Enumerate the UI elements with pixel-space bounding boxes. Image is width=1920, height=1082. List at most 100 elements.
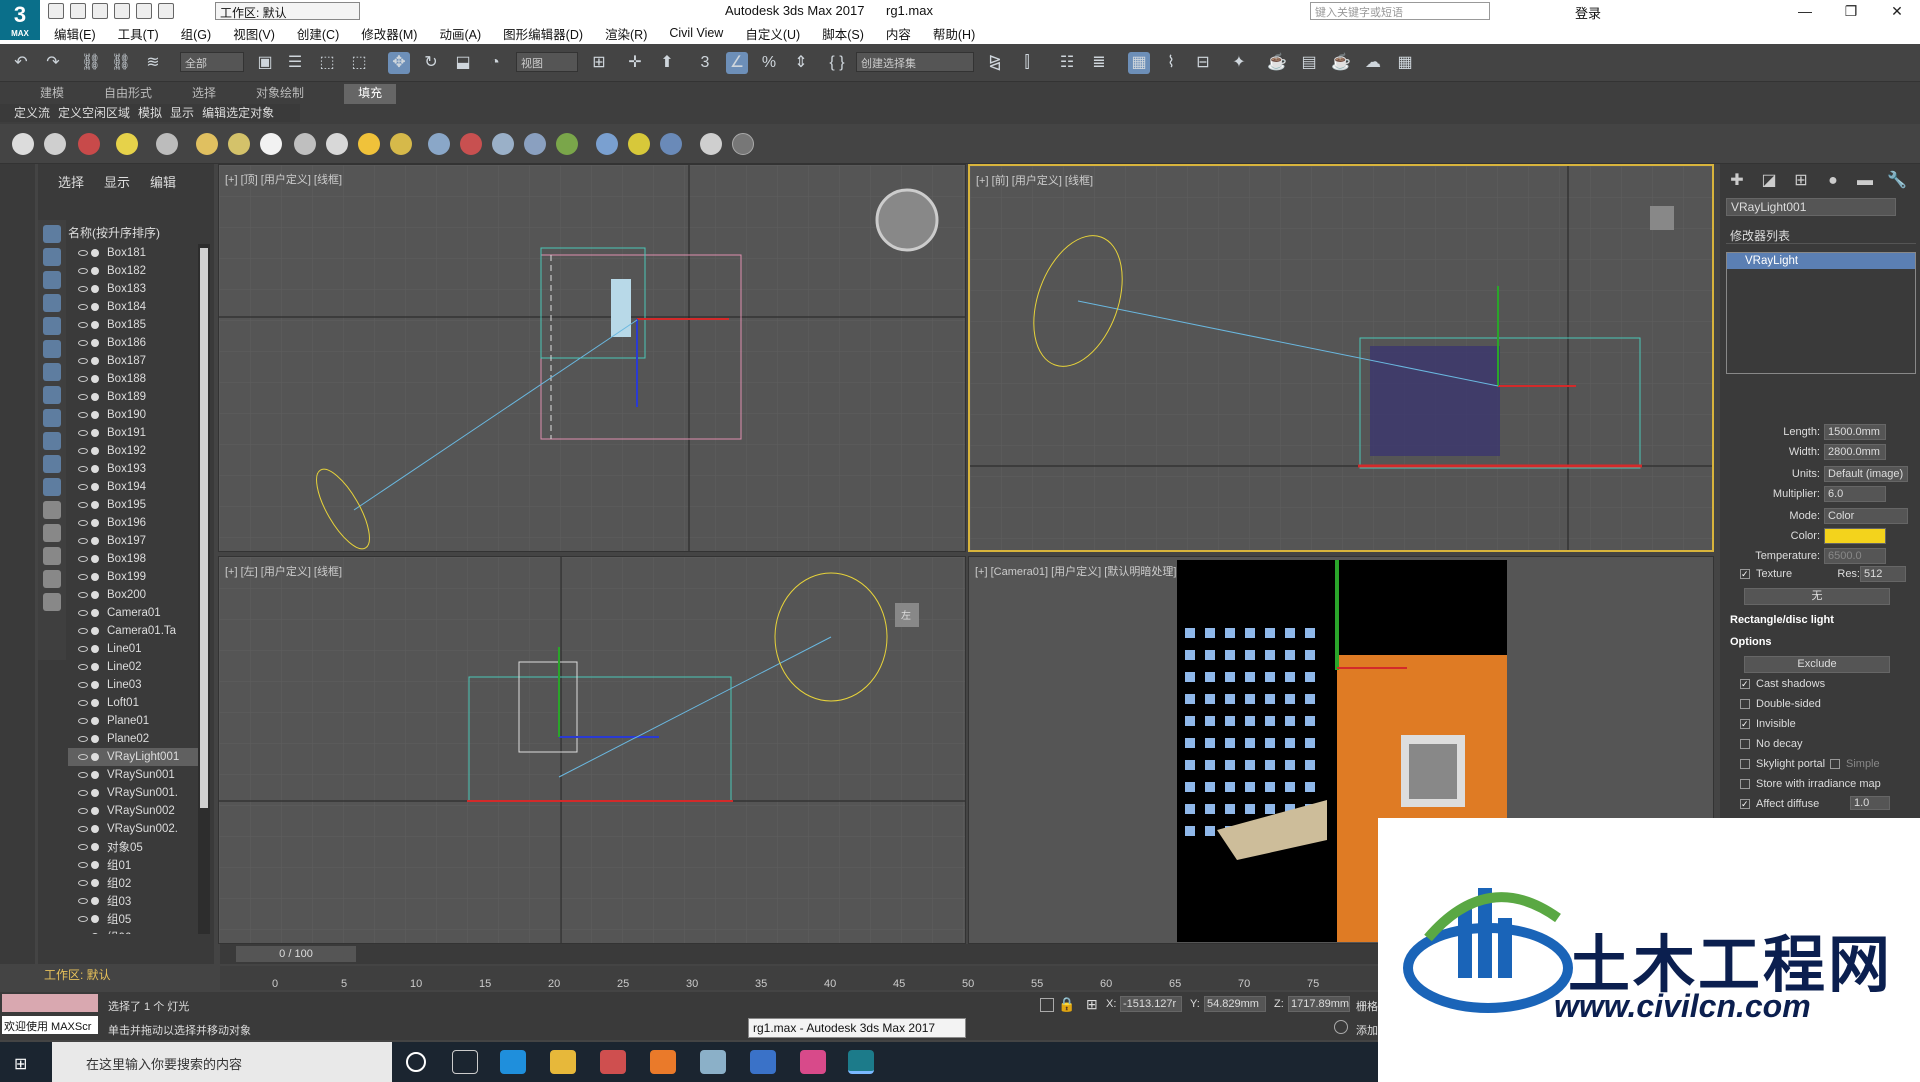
length-spinner[interactable]: 1500.0mm bbox=[1824, 424, 1886, 440]
affect-diffuse-checkbox[interactable]: Affect diffuse bbox=[1740, 798, 1819, 810]
select-manipulate-icon[interactable]: ✛ bbox=[624, 52, 646, 74]
render-online-icon[interactable]: ☁ bbox=[1362, 52, 1384, 74]
bind-space-warp-icon[interactable]: ≋ bbox=[142, 52, 164, 74]
add-time-tag[interactable]: 添加 bbox=[1356, 1022, 1378, 1038]
visibility-eye-icon[interactable] bbox=[78, 340, 88, 346]
scene-list-item[interactable]: Box186 bbox=[68, 334, 198, 352]
scene-list-item[interactable]: Box183 bbox=[68, 280, 198, 298]
motion-tab-icon[interactable]: ● bbox=[1822, 170, 1844, 192]
simple-checkbox[interactable]: Simple bbox=[1830, 758, 1880, 770]
app-icon-3[interactable] bbox=[750, 1050, 776, 1074]
visibility-eye-icon[interactable] bbox=[78, 304, 88, 310]
filter-icon[interactable] bbox=[43, 570, 61, 588]
res-spinner[interactable]: 512 bbox=[1860, 566, 1906, 582]
options-section[interactable]: Options bbox=[1730, 636, 1772, 648]
scene-list-item[interactable]: Box191 bbox=[68, 424, 198, 442]
app-icon-2[interactable] bbox=[700, 1050, 726, 1074]
display-groups-icon[interactable] bbox=[43, 363, 61, 381]
scene-list-item[interactable]: Box195 bbox=[68, 496, 198, 514]
color-swatch[interactable] bbox=[1824, 528, 1886, 544]
rect-selection-icon[interactable]: ⬚ bbox=[316, 52, 338, 74]
scene-list-item[interactable]: 组01 bbox=[68, 856, 198, 874]
scene-list-item[interactable]: Plane02 bbox=[68, 730, 198, 748]
ribbon-display[interactable]: 显示 bbox=[170, 104, 194, 122]
visibility-eye-icon[interactable] bbox=[78, 322, 88, 328]
menu-modifiers[interactable]: 修改器(M) bbox=[361, 24, 417, 43]
plane-icon[interactable] bbox=[196, 133, 218, 155]
percent-snap-icon[interactable]: % bbox=[758, 52, 780, 74]
scene-column-header[interactable]: 名称(按升序排序) bbox=[68, 224, 214, 242]
file-explorer-icon[interactable] bbox=[550, 1050, 576, 1074]
modifier-stack-item[interactable]: VRayLight bbox=[1727, 253, 1915, 269]
keyboard-shortcut-icon[interactable]: ⬆ bbox=[656, 52, 678, 74]
multi-color-icon[interactable] bbox=[628, 133, 650, 155]
visibility-eye-icon[interactable] bbox=[78, 376, 88, 382]
object-name-field[interactable]: VRayLight001 bbox=[1726, 198, 1896, 216]
viewport-front-label[interactable]: [+] [前] [用户定义] [线框] bbox=[976, 172, 1093, 188]
scene-list-item[interactable]: Camera01 bbox=[68, 604, 198, 622]
menu-civil-view[interactable]: Civil View bbox=[669, 26, 723, 40]
vray-mesh-icon[interactable] bbox=[492, 133, 514, 155]
windows-start-icon[interactable]: ⊞ bbox=[14, 1054, 27, 1074]
tab-modeling[interactable]: 建模 bbox=[40, 84, 64, 104]
camera-icon[interactable] bbox=[156, 133, 178, 155]
units-select[interactable]: Default (image) bbox=[1824, 466, 1908, 482]
scene-list-item[interactable]: Box187 bbox=[68, 352, 198, 370]
curve-editor-icon[interactable]: ⌇ bbox=[1160, 52, 1182, 74]
store-irradiance-checkbox[interactable]: Store with irradiance map bbox=[1740, 778, 1881, 790]
create-tab-icon[interactable]: ✚ bbox=[1726, 170, 1748, 192]
menu-graph-editors[interactable]: 图形编辑器(D) bbox=[503, 24, 583, 43]
mode-select[interactable]: Color bbox=[1824, 508, 1908, 524]
display-spacewarps-icon[interactable] bbox=[43, 340, 61, 358]
help-icon[interactable] bbox=[732, 133, 754, 155]
visibility-eye-icon[interactable] bbox=[78, 520, 88, 526]
temperature-spinner[interactable]: 6500.0 bbox=[1824, 548, 1886, 564]
named-selection-icon[interactable]: { } bbox=[826, 52, 848, 74]
scene-tab-edit[interactable]: 编辑 bbox=[150, 172, 176, 191]
app-icon[interactable] bbox=[600, 1050, 626, 1074]
named-selection-set-select[interactable]: 创建选择集 bbox=[856, 52, 974, 72]
visibility-eye-icon[interactable] bbox=[78, 268, 88, 274]
visibility-eye-icon[interactable] bbox=[78, 898, 88, 904]
menu-customize[interactable]: 自定义(U) bbox=[745, 24, 800, 43]
visibility-eye-icon[interactable] bbox=[78, 484, 88, 490]
lock-selection-icon[interactable]: 🔒 bbox=[1058, 996, 1075, 1013]
tab-selection[interactable]: 选择 bbox=[192, 84, 216, 104]
visibility-eye-icon[interactable] bbox=[78, 664, 88, 670]
material-editor-icon[interactable]: ✦ bbox=[1228, 52, 1250, 74]
dome-icon[interactable] bbox=[228, 133, 250, 155]
viewport-camera-label[interactable]: [+] [Camera01] [用户定义] [默认明暗处理] bbox=[975, 563, 1176, 579]
select-scale-icon[interactable]: ⬓ bbox=[452, 52, 474, 74]
scene-list-item[interactable]: Line01 bbox=[68, 640, 198, 658]
no-decay-checkbox[interactable]: No decay bbox=[1740, 738, 1802, 750]
display-invert-icon[interactable] bbox=[43, 547, 61, 565]
double-sided-checkbox[interactable]: Double-sided bbox=[1740, 698, 1821, 710]
scene-list-item[interactable]: Box185 bbox=[68, 316, 198, 334]
visibility-eye-icon[interactable] bbox=[78, 718, 88, 724]
scene-list-item[interactable]: Camera01.Ta bbox=[68, 622, 198, 640]
login-button[interactable]: 登录 bbox=[1575, 3, 1601, 22]
scene-scrollbar[interactable] bbox=[198, 244, 210, 934]
window-crossing-icon[interactable]: ⬚ bbox=[348, 52, 370, 74]
explorer-workspace-label[interactable]: 工作区: 默认 bbox=[44, 966, 111, 983]
visibility-eye-icon[interactable] bbox=[78, 412, 88, 418]
display-containers-icon[interactable] bbox=[43, 432, 61, 450]
scene-list-item[interactable]: Box190 bbox=[68, 406, 198, 424]
tab-object-paint[interactable]: 对象绘制 bbox=[256, 84, 304, 104]
visibility-eye-icon[interactable] bbox=[78, 556, 88, 562]
viewport-top-label[interactable]: [+] [顶] [用户定义] [线框] bbox=[225, 171, 342, 187]
maximize-icon[interactable]: ❐ bbox=[1828, 0, 1874, 22]
select-by-name-icon[interactable]: ☰ bbox=[284, 52, 306, 74]
visibility-eye-icon[interactable] bbox=[78, 700, 88, 706]
visibility-eye-icon[interactable] bbox=[78, 448, 88, 454]
display-bones-icon[interactable] bbox=[43, 409, 61, 427]
plant-icon[interactable] bbox=[556, 133, 578, 155]
scene-list-item[interactable]: Box194 bbox=[68, 478, 198, 496]
ribbon-edit-selected[interactable]: 编辑选定对象 bbox=[202, 104, 274, 122]
teapot-object-icon[interactable] bbox=[294, 133, 316, 155]
maxscript-listener[interactable] bbox=[2, 994, 98, 1012]
scene-list-item[interactable]: VRaySun002. bbox=[68, 820, 198, 838]
ribbon-toggle-icon[interactable]: ▦ bbox=[1128, 52, 1150, 74]
width-spinner[interactable]: 2800.0mm bbox=[1824, 444, 1886, 460]
visibility-eye-icon[interactable] bbox=[78, 808, 88, 814]
